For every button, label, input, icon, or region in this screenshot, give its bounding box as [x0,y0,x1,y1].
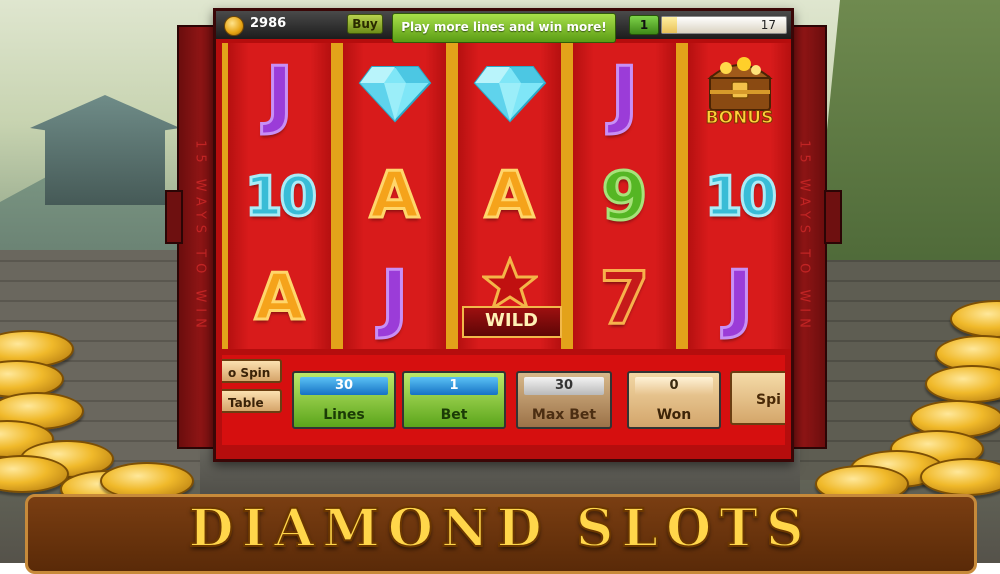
reel-symbol-j: J [609,50,639,139]
bet-button[interactable]: 1 Bet [402,371,506,429]
reel-symbol-10: 10 [243,163,318,229]
buy-button[interactable]: Buy [347,14,383,34]
max-bet-button[interactable]: 30 Max Bet [516,371,612,429]
side-banner-text: 15 WAYS TO WIN [796,140,812,334]
reel-1: J 10 A [228,43,331,349]
won-display: 0 Won [627,371,721,429]
won-value: 0 [635,377,713,395]
wild-label: WILD [461,306,562,338]
top-bar: 2986 Buy Play more lines and win more! 1… [216,11,791,43]
reel-area: J 10 A A J A WILD J 9 7 BONUS 10 J [222,43,791,349]
spin-button[interactable]: Spi [730,371,785,425]
reel-symbol-wild: WILD [458,247,562,349]
reel-symbol-diamond [458,43,561,145]
won-label: Won [656,407,692,423]
bet-value: 1 [410,377,498,395]
slot-machine: 2986 Buy Play more lines and win more! 1… [213,8,794,462]
pay-table-button[interactable]: Table [222,389,282,413]
side-tab-left [165,190,183,244]
reel-symbol-7: 7 [598,255,651,342]
max-bet-value: 30 [524,377,604,395]
reel-symbol-a: A [483,158,536,235]
coin-balance: 2986 [250,16,287,31]
level-badge: 1 [629,15,659,35]
lines-label: Lines [323,407,365,423]
reel-symbol-bonus: BONUS [688,43,791,145]
reel-symbol-j: J [724,254,754,343]
reel-3: A WILD [458,43,562,349]
xp-progress-fill [662,17,677,33]
coin-icon [224,16,244,36]
xp-progress-bar: 17 [661,16,787,34]
reel-2: AJ [343,43,446,349]
reel-symbol-j: J [264,50,294,139]
control-panel: o Spin Table 30 Lines 1 Bet 30 Max Bet 0… [222,355,785,445]
side-tab-right [824,190,842,244]
reel-5: BONUS 10 J [688,43,791,349]
xp-value: 17 [760,18,776,32]
bet-label: Bet [440,407,468,423]
max-bet-label: Max Bet [531,407,597,423]
reel-symbol-a: A [253,260,306,337]
reel-4: J 9 7 [573,43,676,349]
reel-symbol-9: 9 [600,156,649,236]
reel-symbol-a: A [368,158,421,235]
bonus-label: BONUS [705,108,774,129]
auto-spin-button[interactable]: o Spin [222,359,282,383]
reel-symbol-j: J [379,254,409,343]
reel-symbol-10: 10 [703,163,778,229]
lines-value: 30 [300,377,388,395]
play-more-lines-button[interactable]: Play more lines and win more! [392,13,616,43]
side-banner-text: 15 WAYS TO WIN [192,140,208,334]
lines-button[interactable]: 30 Lines [292,371,396,429]
game-title: DIAMOND SLOTS [187,497,812,560]
reel-symbol-diamond [343,43,446,145]
